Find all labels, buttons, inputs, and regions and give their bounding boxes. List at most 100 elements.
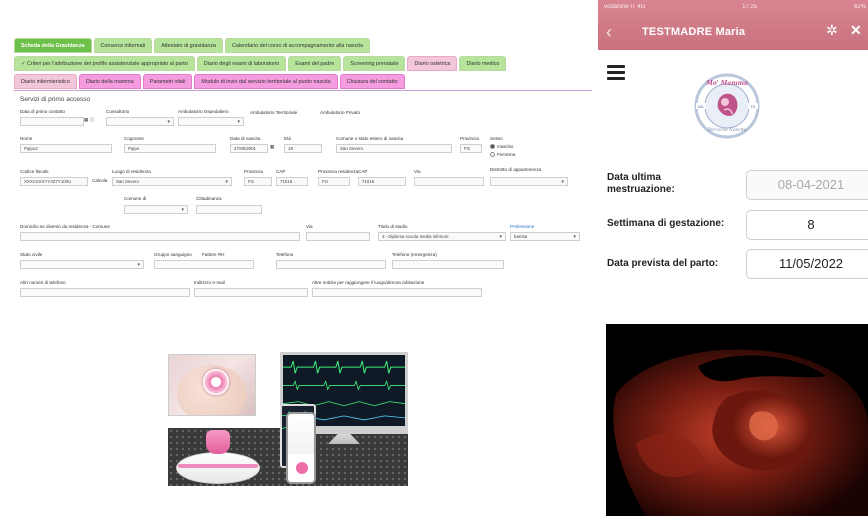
telefono-field[interactable] [276, 260, 386, 269]
cittadinanza-label: Cittadinanza [196, 196, 222, 201]
sesso-femmina-radio[interactable]: Femmina [490, 152, 515, 157]
close-icon[interactable]: ✕ [850, 22, 862, 39]
status-time: 17:25 [742, 4, 758, 10]
status-bar: vodafone IT 4G 17:25 62% [604, 4, 866, 10]
nome-label: Nome [20, 136, 33, 141]
due-date-label: Data prevista del parto: [607, 258, 719, 269]
professione-label: Professione [510, 224, 535, 229]
stato-civile-label: Stato civile [20, 252, 43, 257]
via-field[interactable] [414, 177, 484, 186]
tab-screening-prenatale[interactable]: Screening prenatale [343, 56, 406, 71]
amb-privato-label: Ambulatorio Privato [320, 110, 361, 115]
carrier-text: vodafone IT 4G [604, 4, 646, 10]
tab-diario-infermieristico[interactable]: Diario infermieristico [14, 74, 77, 89]
gruppo-sanguigno-label: Gruppo sanguigno [154, 252, 192, 257]
first-contact-label: Data di primo contatto [20, 109, 65, 114]
due-date-field[interactable]: 11/05/2022 [746, 249, 868, 279]
tab-esami-padre[interactable]: Esami del padre [288, 56, 342, 71]
lmp-label: Data ultima mestruazione: [607, 172, 675, 195]
consultorio-select[interactable] [106, 117, 174, 126]
tab-scheda-gravidanza[interactable]: Scheda della Gravidanza [14, 38, 92, 53]
femmina-label: Femmina [497, 152, 516, 157]
mobile-app-screen: vodafone IT 4G 17:25 62% ‹ TESTMADRE Mar… [598, 0, 868, 290]
hamburger-icon[interactable] [607, 65, 625, 83]
tab-diario-mamma[interactable]: Diario della mamma [78, 74, 141, 89]
gestation-week-label: Settimana di gestazione: [607, 218, 725, 229]
professione-select[interactable]: barista [510, 232, 580, 241]
sesso-maschio-radio[interactable]: maschio [490, 144, 513, 149]
lmp-value-field[interactable]: 08-04-2021 [746, 170, 868, 200]
cap-field[interactable]: 71016 [276, 177, 308, 186]
gestation-week-field[interactable]: 8 [746, 210, 868, 240]
gear-icon[interactable]: ✲ [826, 22, 838, 39]
tab-chiusura-contatto[interactable]: Chiusura del contatto [339, 74, 405, 89]
tab-divider [14, 90, 592, 91]
mo-mamma-logo: Mo' Mamma Percorso Nascita ASL FG [694, 73, 760, 139]
sesso-label: Sesso [490, 136, 503, 141]
luogo-residenza-select[interactable]: San Severo [112, 177, 232, 186]
eta-field[interactable]: 19 [284, 144, 322, 153]
tab-parametri-vitali[interactable]: Parametri vitali [142, 74, 193, 89]
provincia-field[interactable]: FG [460, 144, 482, 153]
tab-row-3: Diario infermieristico Diario della mamm… [14, 74, 405, 89]
provincia2-field[interactable]: FG [244, 177, 272, 186]
cap2-field[interactable]: 71016 [358, 177, 406, 186]
titolo-studio-select[interactable]: 3 - Diploma scuola media inferiore [378, 232, 506, 241]
tab-consensi-informati[interactable]: Consensi informati [93, 38, 153, 53]
tab-criteri-profilo[interactable]: ✓ Criteri per l'attribuzione del profilo… [14, 56, 195, 71]
tab-modulo-invio[interactable]: Modulo di invio dal servizio territorial… [194, 74, 338, 89]
first-contact-date-field[interactable] [20, 117, 84, 126]
telefono-emergenza-label: Telefono (emergenza) [392, 252, 437, 257]
comune-nascita-field[interactable]: San Severo [336, 144, 452, 153]
calcola-button[interactable]: Calcola [92, 178, 107, 183]
doppler-on-belly-photo [168, 354, 256, 416]
tab-diario-medico[interactable]: Diario medico [459, 56, 507, 71]
data-nascita-label: Data di nascita [230, 136, 261, 141]
amb-ospedaliero-select[interactable] [178, 117, 244, 126]
stato-civile-select[interactable] [20, 260, 144, 269]
battery-text: 62% [853, 4, 866, 10]
data-nascita-field[interactable]: 27/06/2001 [230, 144, 268, 153]
provincia-label: Provincia [460, 136, 479, 141]
logo-left-text: ASL [698, 105, 705, 109]
chevron-left-icon[interactable]: ‹ [606, 22, 612, 43]
cittadinanza-field[interactable] [196, 205, 262, 214]
email-label: Indirizzo e-mail [194, 280, 225, 285]
logo-top-text: Mo' Mamma [705, 80, 748, 87]
logo-right-text: FG [751, 105, 756, 109]
tab-attestato-gravidanza[interactable]: Attestato di gravidanza [154, 38, 224, 53]
calendar-icon[interactable]: ▦ [270, 144, 274, 150]
comune-di-label: Comune di [124, 196, 147, 201]
distretto-select[interactable] [490, 177, 568, 186]
codice-fiscale-field[interactable]: XXXXXXXYY4Z7Y100U [20, 177, 88, 186]
telefono-emergenza-field[interactable] [392, 260, 504, 269]
prov-residenza-field[interactable]: FG [318, 177, 350, 186]
via2-field[interactable] [306, 232, 370, 241]
amb-ospedaliero-label: Ambulatorio Ospedaliero [178, 109, 229, 114]
telefono-label: Telefono [276, 252, 294, 257]
maschio-label: maschio [497, 144, 514, 149]
gruppo-rh-field[interactable] [154, 260, 254, 269]
via-label: Via [414, 169, 421, 174]
altri-numeri-field[interactable] [20, 288, 190, 297]
domicilio-field[interactable] [20, 232, 300, 241]
comune-di-select[interactable] [124, 205, 188, 214]
tab-diario-ostetrica[interactable]: Diario ostetrica [407, 56, 458, 71]
calendar-icon[interactable]: ▦ ⓘ [84, 117, 94, 123]
domicilio-label: Domicilio se diverso da residenza - Comu… [20, 224, 110, 229]
tab-row-1: Scheda della Gravidanza Consensi informa… [14, 38, 370, 53]
ultrasound-3d-image [606, 324, 868, 516]
email-field[interactable] [194, 288, 308, 297]
altre-notizie-field[interactable] [312, 288, 482, 297]
cognome-field[interactable]: Pippo [124, 144, 216, 153]
tab-diario-esami[interactable]: Diario degli esami di laboratorio [196, 56, 287, 71]
comune-nascita-label: Comune o stato estero di nascita [336, 136, 404, 141]
tab-calendario-corso[interactable]: Calendario del corso di accompagnamento … [225, 38, 370, 53]
nome-field[interactable]: Pippo2 [20, 144, 112, 153]
monitoring-devices-image [168, 352, 408, 487]
fattore-rh-label: Fattore RH [202, 252, 225, 257]
cap2-label: CAP [358, 169, 368, 174]
consultorio-label: Consultorio [106, 109, 130, 114]
pregnancy-record-form: Scheda della Gravidanza Consensi informa… [14, 32, 592, 302]
section-title: Servizi di primo accesso [20, 96, 91, 103]
